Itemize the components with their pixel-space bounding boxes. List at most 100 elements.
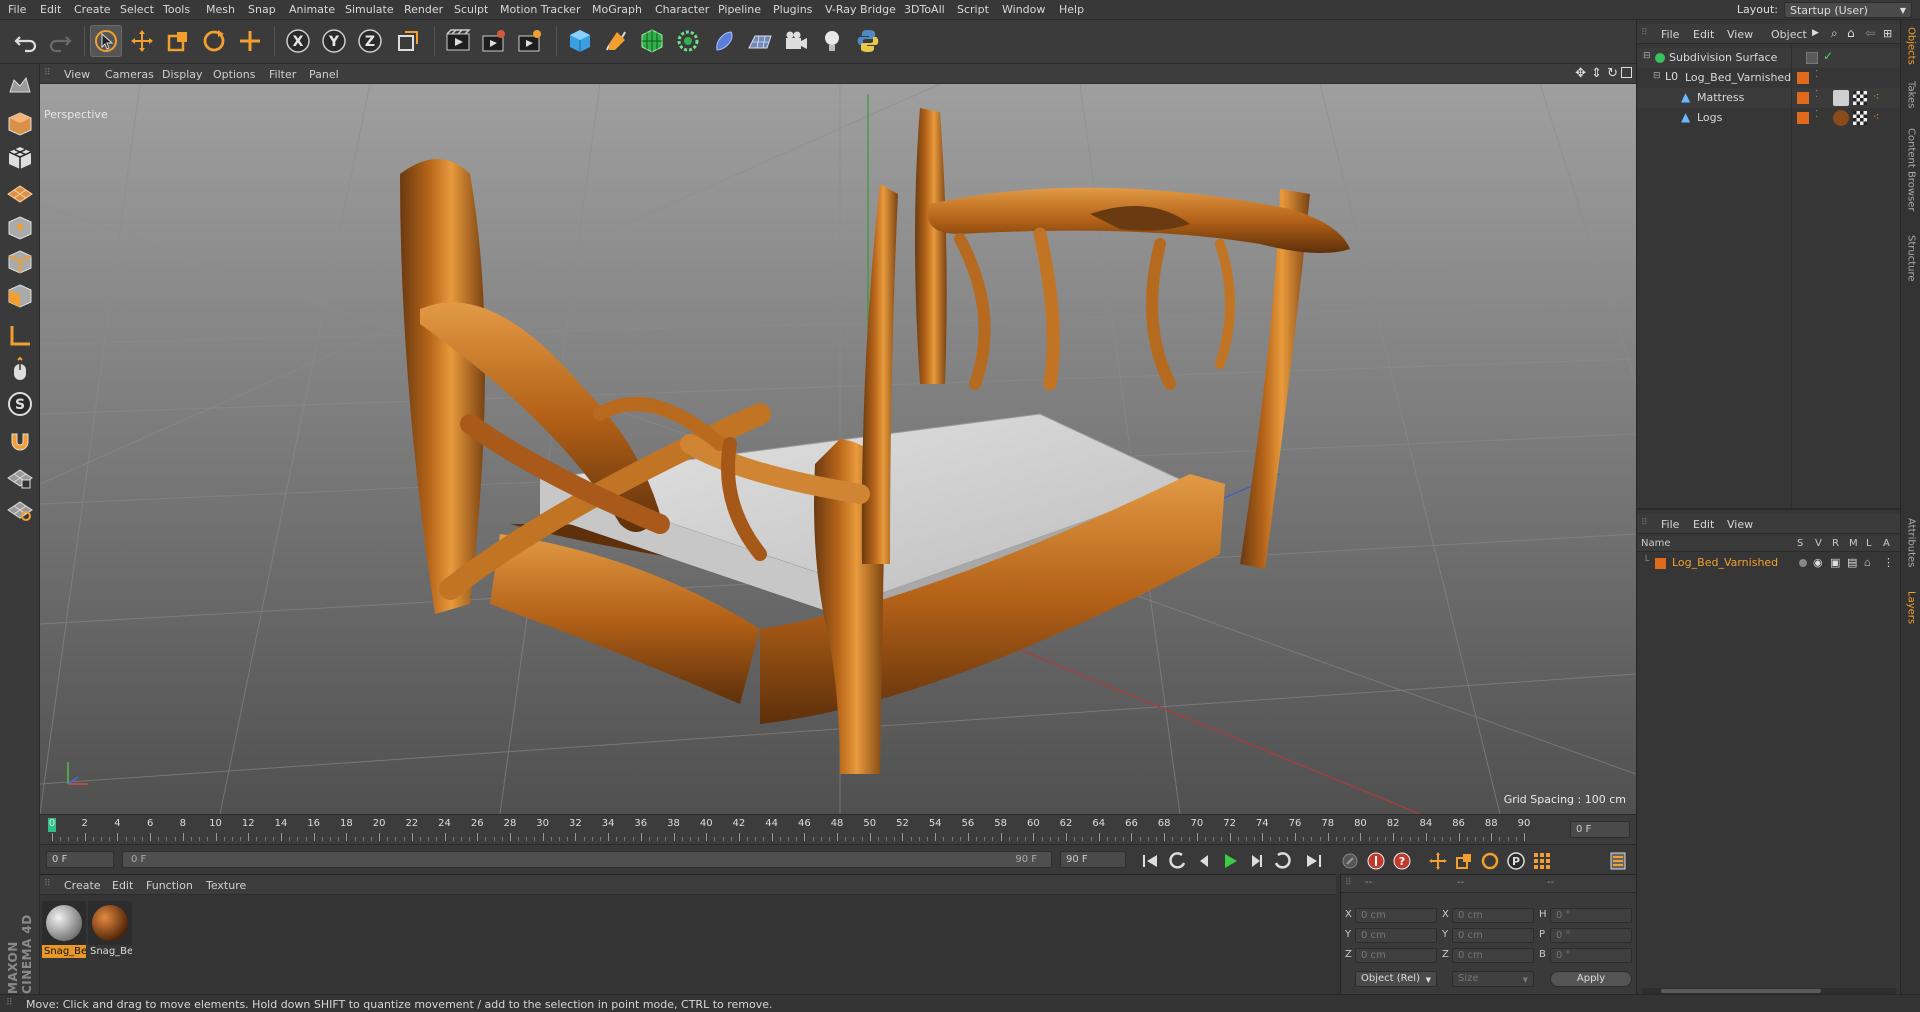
move-icon[interactable] [126, 25, 158, 57]
record-keys-icon[interactable] [1338, 850, 1362, 872]
timeline-ruler[interactable]: 0 2 4 6 8 10 12 14 16 18 20 22 24 26 28 30 32 34 36 38 40 42 4… [48, 815, 1540, 845]
object-menu-file[interactable]: File [1661, 28, 1679, 41]
lock-icon[interactable]: ⌂ [1864, 556, 1871, 569]
redo-icon[interactable] [44, 25, 76, 57]
key-pla-icon[interactable] [1530, 850, 1554, 872]
tweak-mode-icon[interactable] [3, 354, 37, 386]
tag-icon[interactable]: ⁖ [1873, 90, 1879, 103]
material-menu-texture[interactable]: Texture [206, 879, 246, 892]
3d-scene[interactable]: Perspective Grid Spacing : 100 cm [40, 84, 1636, 814]
z-axis-icon[interactable]: Z [354, 25, 386, 57]
menu-script[interactable]: Script [957, 3, 989, 16]
snapping-icon[interactable]: S [3, 388, 37, 420]
menu-vray-bridge[interactable]: V-Ray Bridge [825, 3, 896, 16]
chevron-right-icon[interactable]: ▶ [1812, 28, 1819, 38]
object-menu-object[interactable]: Object [1771, 28, 1807, 41]
object-menu-edit[interactable]: Edit [1693, 28, 1714, 41]
menu-plugins[interactable]: Plugins [773, 3, 812, 16]
menu-edit[interactable]: Edit [40, 3, 61, 16]
pos-x-field[interactable]: 0 cm [1355, 908, 1437, 923]
eye-icon[interactable]: ◉ [1813, 556, 1823, 569]
pen-icon[interactable] [600, 25, 632, 57]
edit-render-settings-icon[interactable] [514, 25, 546, 57]
camera-icon[interactable] [780, 25, 812, 57]
tab-objects[interactable]: Objects [1903, 24, 1919, 68]
previous-frame-icon[interactable] [1192, 850, 1216, 872]
material-menu-function[interactable]: Function [146, 879, 193, 892]
viewport-move-icon[interactable]: ✥ [1575, 66, 1586, 81]
viewport-menu-view[interactable]: View [64, 68, 90, 81]
frame-range-slider[interactable]: 0 F 90 F [122, 851, 1052, 868]
layer-scrollbar-thumb[interactable] [1661, 989, 1821, 993]
viewport-menu-filter[interactable]: Filter [269, 68, 296, 81]
previous-key-icon[interactable] [1166, 850, 1190, 872]
layer-toggle[interactable] [1806, 52, 1818, 64]
menu-sculpt[interactable]: Sculpt [454, 3, 488, 16]
render-icon[interactable]: ▣ [1830, 556, 1840, 569]
viewport-maximize-icon[interactable] [1621, 67, 1632, 78]
texture-mode-icon[interactable] [3, 142, 37, 174]
workplane-mode-icon[interactable] [3, 176, 37, 208]
tab-takes[interactable]: Takes [1903, 78, 1919, 112]
collapse-icon[interactable]: ⊟ [1653, 71, 1661, 81]
menu-select[interactable]: Select [120, 3, 154, 16]
render-picture-viewer-icon[interactable] [478, 25, 510, 57]
next-frame-icon[interactable] [1244, 850, 1268, 872]
solo-dot-icon[interactable] [1799, 559, 1807, 567]
menu-file[interactable]: File [8, 3, 26, 16]
workplane-grid-icon[interactable] [3, 494, 37, 526]
material-swatch[interactable]: Snag_Be [88, 901, 132, 959]
menu-render[interactable]: Render [404, 3, 443, 16]
menu-create[interactable]: Create [74, 3, 111, 16]
menu-help[interactable]: Help [1059, 3, 1084, 16]
check-icon[interactable]: ✓ [1823, 49, 1833, 63]
model-mode-icon[interactable] [3, 108, 37, 140]
add-object-icon[interactable] [234, 25, 266, 57]
undo-icon[interactable] [10, 25, 42, 57]
x-axis-icon[interactable]: X [282, 25, 314, 57]
layer-color-chip[interactable] [1797, 92, 1809, 104]
menu-pipeline[interactable]: Pipeline [718, 3, 761, 16]
viewport-menu-cameras[interactable]: Cameras [105, 68, 154, 81]
back-icon[interactable]: ⇦ [1865, 26, 1875, 40]
material-menu-create[interactable]: Create [64, 879, 101, 892]
menu-mesh[interactable]: Mesh [206, 3, 235, 16]
home-icon[interactable]: ⌂ [1847, 26, 1855, 40]
pos-y-field[interactable]: 0 cm [1355, 928, 1437, 943]
rot-p-field[interactable]: 0 ° [1550, 928, 1632, 943]
points-mode-icon[interactable] [3, 212, 37, 244]
texture-tag-icon[interactable] [1853, 91, 1867, 105]
go-to-start-icon[interactable] [1138, 850, 1162, 872]
go-to-end-icon[interactable] [1302, 850, 1326, 872]
viewport-menu-display[interactable]: Display [162, 68, 203, 81]
play-icon[interactable] [1218, 850, 1242, 872]
object-menu-view[interactable]: View [1727, 28, 1753, 41]
layer-col-name[interactable]: Name [1641, 538, 1671, 549]
tab-layers[interactable]: Layers [1903, 586, 1919, 630]
next-key-icon[interactable] [1270, 850, 1294, 872]
visibility-dots[interactable]: ⁚ [1815, 109, 1818, 120]
size-mode-select[interactable]: Size ▼ [1452, 971, 1534, 987]
timeline[interactable]: 0 2 4 6 8 10 12 14 16 18 20 22 24 26 28 30 32 34 36 38 40 42 4… [40, 814, 1636, 844]
apply-button[interactable]: Apply [1550, 971, 1632, 987]
lock-workplane-icon[interactable] [3, 462, 37, 494]
collapse-icon[interactable]: ⊟ [1643, 51, 1651, 61]
size-y-field[interactable]: 0 cm [1452, 928, 1534, 943]
material-menu-edit[interactable]: Edit [112, 879, 133, 892]
visibility-dots[interactable]: ⁚ [1815, 89, 1818, 100]
menu-character[interactable]: Character [655, 3, 709, 16]
layer-row[interactable]: └ Log_Bed_Varnished ◉ ▣ ▤ ⌂ ⋮ [1637, 554, 1901, 572]
viewport-zoom-icon[interactable]: ⇕ [1591, 66, 1602, 81]
viewport-menu-panel[interactable]: Panel [309, 68, 339, 81]
menu-mograph[interactable]: MoGraph [592, 3, 642, 16]
key-position-icon[interactable] [1426, 850, 1450, 872]
scale-icon[interactable] [162, 25, 194, 57]
search-icon[interactable]: ⌕ [1831, 26, 1838, 41]
python-icon[interactable] [852, 25, 884, 57]
size-z-field[interactable]: 0 cm [1452, 948, 1534, 963]
layer-menu-file[interactable]: File [1661, 518, 1679, 531]
polygons-mode-icon[interactable] [3, 280, 37, 312]
layer-name[interactable]: Log_Bed_Varnished [1672, 556, 1778, 569]
animation-icon[interactable]: ⋮ [1883, 556, 1894, 569]
layer-col-view[interactable]: V [1815, 538, 1822, 549]
